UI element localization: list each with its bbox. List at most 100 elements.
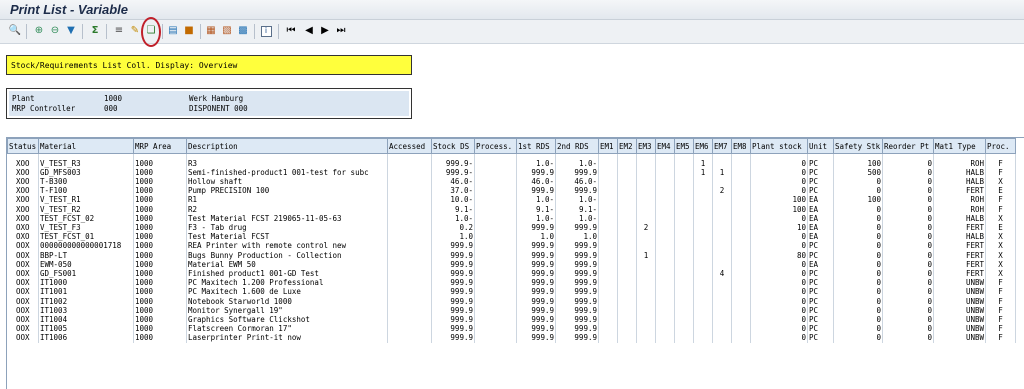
last-page-icon[interactable]: ⏭ <box>334 24 348 38</box>
table-row[interactable]: XOO T-B300 1000 Hollow shaft 46.0- 46.0- 46.0-… <box>7 176 1016 187</box>
table-row[interactable]: OOX IT1000 1000 PC Maxitech 1.200 Professio… <box>7 278 1016 288</box>
change-layout-icon[interactable]: ▤ <box>166 24 180 38</box>
column-header[interactable]: Mat1 Type <box>933 138 986 154</box>
table-row[interactable]: OOX IT1004 1000 Graphics Software Clickshot… <box>7 314 1016 325</box>
column-header[interactable]: Material <box>38 138 134 154</box>
sum-icon[interactable]: Σ <box>88 24 102 38</box>
table-cell <box>712 213 732 223</box>
column-header[interactable]: EM6 <box>693 138 713 154</box>
send-icon[interactable]: ▧ <box>220 24 234 38</box>
column-header[interactable]: Accessed <box>387 138 432 154</box>
column-header[interactable]: MRP Area <box>133 138 187 154</box>
subtotal-icon[interactable]: ≡ <box>112 24 126 38</box>
previous-page-icon[interactable]: ◀ <box>302 24 316 38</box>
table-cell: 1000 <box>133 314 187 325</box>
table-row[interactable]: XOO V_TEST_R2 1000 R2 9.1- 9.1- 9.1- 100 EA 0 0 ROH… <box>7 204 1016 214</box>
table-cell <box>655 204 675 214</box>
column-header[interactable]: EM3 <box>636 138 656 154</box>
table-cell: 1.0 <box>431 232 475 242</box>
table-cell <box>598 333 618 343</box>
print-preview-icon[interactable]: ✎ <box>128 24 142 38</box>
spreadsheet-icon[interactable]: ▩ <box>236 24 250 38</box>
column-header[interactable]: Reorder Pt <box>882 138 934 154</box>
table-cell: OOX <box>7 250 39 260</box>
table-cell: XOO <box>7 167 39 177</box>
table-cell: 999.9 <box>516 186 556 196</box>
column-header[interactable]: 2nd RDS <box>555 138 599 154</box>
table-cell <box>712 333 732 343</box>
table-cell <box>636 167 656 177</box>
table-cell <box>598 324 618 334</box>
table-cell <box>674 241 694 251</box>
table-cell: 999.9 <box>516 287 556 297</box>
table-row[interactable]: OOX IT1006 1000 Laserprinter Print-it now 99… <box>7 333 1016 343</box>
table-row[interactable]: XOO GD_MFS003 1000 Semi-finished-product1 0… <box>7 167 1016 177</box>
check-icon[interactable]: 🔍 <box>8 24 22 38</box>
table-row[interactable]: OOX IT1003 1000 Monitor Synergall 19" 999.9 9… <box>7 305 1016 315</box>
filter-icon[interactable]: ▼ <box>64 24 78 38</box>
table-cell: Semi-finished-product1 001-test for subc <box>186 167 388 177</box>
table-row[interactable]: XOO TEST_FCST_02 1000 Test Material FCST 21… <box>7 213 1016 223</box>
table-row[interactable]: OOX IT1002 1000 Notebook Starworld 1000 999.… <box>7 296 1016 306</box>
table-cell <box>674 250 694 260</box>
table-cell <box>731 167 751 177</box>
table-cell <box>617 222 637 233</box>
table-cell: UNBW <box>933 305 986 315</box>
table-row[interactable]: OOX 000000000000001718 1000 REA Printer wit… <box>7 241 1016 251</box>
table-cell <box>731 232 751 242</box>
column-header[interactable]: Proc. <box>985 138 1016 154</box>
table-cell <box>712 259 732 269</box>
column-header[interactable]: Process. <box>474 138 517 154</box>
table-cell: PC <box>807 241 834 251</box>
table-cell: PC <box>807 305 834 315</box>
column-header[interactable]: EM7 <box>712 138 732 154</box>
table-cell: EA <box>807 259 834 269</box>
table-row[interactable]: XOO V_TEST_R3 1000 R3 999.9- 1.0- 1.0- 1 0 PC 100 0… <box>7 158 1016 168</box>
choose-layout-icon[interactable]: ▦ <box>204 24 218 38</box>
table-cell <box>617 241 637 251</box>
column-header[interactable]: Safety Stk <box>833 138 883 154</box>
table-cell <box>693 232 713 242</box>
column-header[interactable]: EM5 <box>674 138 694 154</box>
table-cell: 999.9 <box>555 268 599 279</box>
column-header[interactable]: Unit <box>807 138 834 154</box>
table-row[interactable]: OOX EWM-050 1000 Material EWM 50 999.9 999.9 9… <box>7 259 1016 269</box>
first-page-icon[interactable]: ⏮ <box>284 24 298 38</box>
table-cell <box>387 287 432 297</box>
column-header[interactable]: Description <box>186 138 388 154</box>
table-cell: EA <box>807 222 834 233</box>
table-cell: 999.9 <box>431 305 475 315</box>
table-row[interactable]: XOO V_TEST_R1 1000 R1 10.0- 1.0- 1.0- 100 EA 100 0… <box>7 195 1016 205</box>
table-row[interactable]: OOX IT1001 1000 PC Maxitech 1.600 de Luxe 99… <box>7 287 1016 297</box>
save-layout-icon[interactable]: ■ <box>182 24 196 38</box>
table-cell: 1000 <box>133 333 187 343</box>
column-header[interactable]: 1st RDS <box>516 138 556 154</box>
table-row[interactable]: OOX GD_FS001 1000 Finished product1 001-GD … <box>7 268 1016 279</box>
table-row[interactable]: OXO TEST_FCST_01 1000 Test Material FCST 1.0… <box>7 232 1016 242</box>
table-cell: 0 <box>882 296 934 306</box>
sort-desc-icon[interactable]: ⊖ <box>48 24 62 38</box>
table-row[interactable]: OXO V_TEST_F3 1000 F3 - Tab drug 0.2 999.9 999… <box>7 222 1016 233</box>
table-cell <box>655 333 675 343</box>
table-cell: 999.9 <box>516 268 556 279</box>
info-icon[interactable]: i <box>259 24 273 38</box>
table-cell: 1000 <box>133 268 187 279</box>
table-row[interactable]: XOO T-F100 1000 Pump PRECISION 100 37.0- 999.… <box>7 186 1016 196</box>
next-page-icon[interactable]: ▶ <box>318 24 332 38</box>
column-header[interactable]: EM2 <box>617 138 637 154</box>
column-header[interactable]: Stock DS <box>431 138 475 154</box>
column-header[interactable]: EM4 <box>655 138 675 154</box>
table-cell: EA <box>807 232 834 242</box>
table-cell <box>655 314 675 325</box>
page-title: Print List - Variable <box>10 2 128 17</box>
column-header[interactable]: Status <box>7 138 39 154</box>
table-cell: PC <box>807 333 834 343</box>
sort-asc-icon[interactable]: ⊕ <box>32 24 46 38</box>
table-cell: Notebook Starworld 1000 <box>186 296 388 306</box>
column-header[interactable]: EM1 <box>598 138 618 154</box>
column-header[interactable]: Plant stock <box>750 138 808 154</box>
table-row[interactable]: OOX BBP-LT 1000 Bugs Bunny Production - Col… <box>7 250 1016 260</box>
table-cell: 4 <box>712 268 732 279</box>
table-row[interactable]: OOX IT1005 1000 Flatscreen Cormoran 17" 999.… <box>7 324 1016 334</box>
column-header[interactable]: EM8 <box>731 138 751 154</box>
